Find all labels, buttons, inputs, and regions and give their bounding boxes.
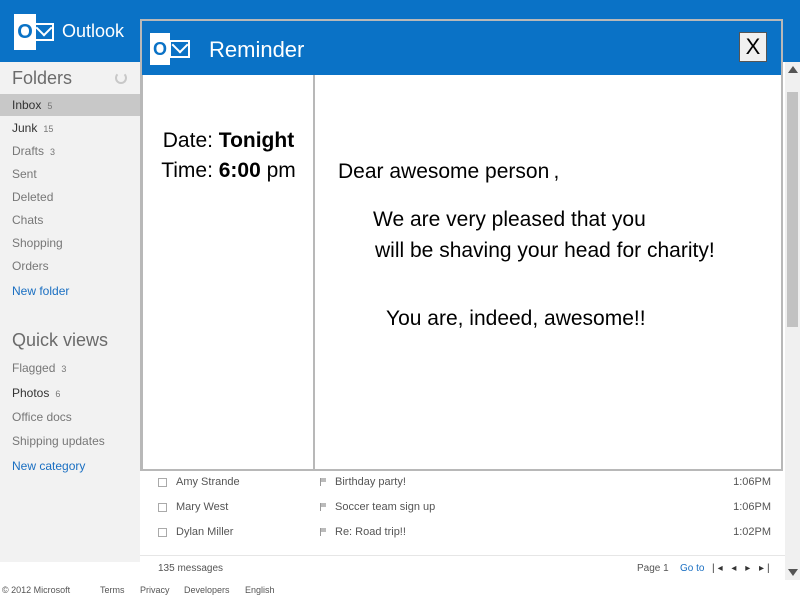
- dialog-title: Reminder: [209, 37, 305, 62]
- row-checkbox[interactable]: [158, 528, 167, 537]
- sidebar-item-label: Orders: [12, 259, 49, 273]
- scroll-down-icon[interactable]: [788, 569, 798, 576]
- time-value: 6:00: [218, 159, 261, 182]
- folders-heading: Folders: [12, 68, 73, 88]
- table-row[interactable]: Mary West Soccer team sign up 1:06PM: [140, 495, 785, 520]
- table-row[interactable]: Amy Strande Birthday party! 1:06PM: [140, 470, 785, 495]
- message-sender: Dylan Miller: [176, 526, 234, 538]
- copyright-text: © 2012 Microsoft: [2, 585, 71, 595]
- quick-views-heading: Quick views: [12, 330, 109, 350]
- quick-view-photos[interactable]: Photos 6: [0, 382, 140, 404]
- pager-arrows[interactable]: |◂ ◂ ▸ ▸|: [712, 556, 773, 581]
- quick-view-shipping-updates[interactable]: Shipping updates: [0, 430, 140, 452]
- row-checkbox[interactable]: [158, 478, 167, 487]
- date-value: Tonight: [218, 129, 295, 152]
- message-time: 1:06PM: [733, 476, 771, 488]
- developers-link[interactable]: Developers: [184, 580, 230, 600]
- sidebar-item-sent[interactable]: Sent: [0, 163, 140, 185]
- table-row[interactable]: Dylan Miller Re: Road trip!! 1:02PM: [140, 520, 785, 545]
- page-footer: © 2012 Microsoft Terms Privacy Developer…: [0, 580, 800, 600]
- quick-view-count: 3: [61, 364, 67, 374]
- sidebar-item-inbox[interactable]: Inbox 5: [0, 94, 140, 116]
- privacy-link[interactable]: Privacy: [140, 580, 170, 600]
- message-sender: Amy Strande: [176, 476, 240, 488]
- language-link[interactable]: English: [245, 580, 275, 600]
- sidebar-item-junk[interactable]: Junk 15: [0, 117, 140, 139]
- sidebar-item-label: Deleted: [12, 190, 54, 204]
- sidebar-item-count: 3: [50, 147, 56, 157]
- go-to-link[interactable]: Go to: [680, 556, 704, 581]
- list-footer: 135 messages Page 1 Go to |◂ ◂ ▸ ▸|: [140, 555, 785, 580]
- dialog-header: O Reminder X: [142, 21, 781, 75]
- logo-letter: O: [150, 33, 170, 65]
- sidebar-item-count: 5: [47, 101, 53, 111]
- time-suffix: pm: [260, 159, 296, 182]
- message-subject: Soccer team sign up: [335, 501, 436, 513]
- envelope-icon: [169, 40, 190, 58]
- quick-view-label: Photos: [12, 386, 50, 400]
- greeting-text: Dear awesome person ,: [338, 160, 560, 183]
- message-subject: Re: Road trip!!: [335, 526, 406, 538]
- outlook-logo-icon[interactable]: O: [14, 14, 54, 50]
- scroll-thumb[interactable]: [787, 92, 798, 327]
- flag-icon[interactable]: [320, 528, 327, 536]
- message-line-2: will be shaving your head for charity!: [375, 239, 715, 262]
- message-sender: Mary West: [176, 501, 229, 513]
- sidebar-item-label: Chats: [12, 213, 44, 227]
- sidebar-item-count: 15: [43, 124, 54, 134]
- sidebar-item-label: Drafts: [12, 144, 45, 158]
- sidebar-item-shopping[interactable]: Shopping: [0, 232, 140, 254]
- envelope-icon: [34, 23, 54, 41]
- message-time: 1:06PM: [733, 501, 771, 513]
- sidebar-item-label: Sent: [12, 167, 37, 181]
- app-name[interactable]: Outlook: [62, 21, 124, 42]
- page-indicator: Page 1: [637, 563, 669, 574]
- scroll-up-icon[interactable]: [788, 66, 798, 73]
- close-button[interactable]: X: [739, 32, 767, 62]
- reminder-dialog: O Reminder X Date: Tonight Time: 6:00 pm…: [140, 19, 783, 471]
- quick-view-office-docs[interactable]: Office docs: [0, 406, 140, 428]
- time-label: Time:: [161, 159, 219, 182]
- reminder-message: Dear awesome person , We are very please…: [317, 75, 781, 469]
- message-line-3: You are, indeed, awesome!!: [386, 307, 646, 330]
- new-folder-link[interactable]: New folder: [0, 280, 140, 302]
- reminder-details-panel: Date: Tonight Time: 6:00 pm: [142, 75, 315, 469]
- flag-icon[interactable]: [320, 478, 327, 486]
- flag-icon[interactable]: [320, 503, 327, 511]
- sidebar-item-label: Junk: [12, 121, 38, 135]
- quick-view-label: Shipping updates: [12, 434, 105, 448]
- message-count: 135 messages: [158, 563, 224, 574]
- refresh-icon[interactable]: [115, 72, 127, 84]
- row-checkbox[interactable]: [158, 503, 167, 512]
- message-list: Amy Strande Birthday party! 1:06PM Mary …: [140, 470, 785, 580]
- time-line: Time: 6:00 pm: [143, 159, 314, 183]
- sidebar: Folders Inbox 5 Junk 15 Drafts 3 Sent Delet…: [0, 62, 140, 562]
- date-label: Date:: [162, 129, 219, 152]
- quick-view-label: Flagged: [12, 361, 56, 375]
- quick-view-flagged[interactable]: Flagged 3: [0, 357, 140, 379]
- sidebar-item-label: Inbox: [12, 98, 42, 112]
- quick-view-label: Office docs: [12, 410, 72, 424]
- message-subject: Birthday party!: [335, 476, 406, 488]
- sidebar-item-chats[interactable]: Chats: [0, 209, 140, 231]
- sidebar-item-drafts[interactable]: Drafts 3: [0, 140, 140, 162]
- sidebar-item-label: Shopping: [12, 236, 63, 250]
- date-line: Date: Tonight: [143, 129, 314, 153]
- new-category-link[interactable]: New category: [0, 455, 140, 477]
- sidebar-item-orders[interactable]: Orders: [0, 255, 140, 277]
- outlook-logo-icon: O: [150, 33, 190, 65]
- terms-link[interactable]: Terms: [100, 580, 125, 600]
- sidebar-item-deleted[interactable]: Deleted: [0, 186, 140, 208]
- message-time: 1:02PM: [733, 526, 771, 538]
- quick-view-count: 6: [55, 389, 61, 399]
- scrollbar[interactable]: [785, 62, 800, 580]
- message-line-1: We are very pleased that you: [373, 208, 646, 231]
- logo-letter: O: [14, 14, 36, 50]
